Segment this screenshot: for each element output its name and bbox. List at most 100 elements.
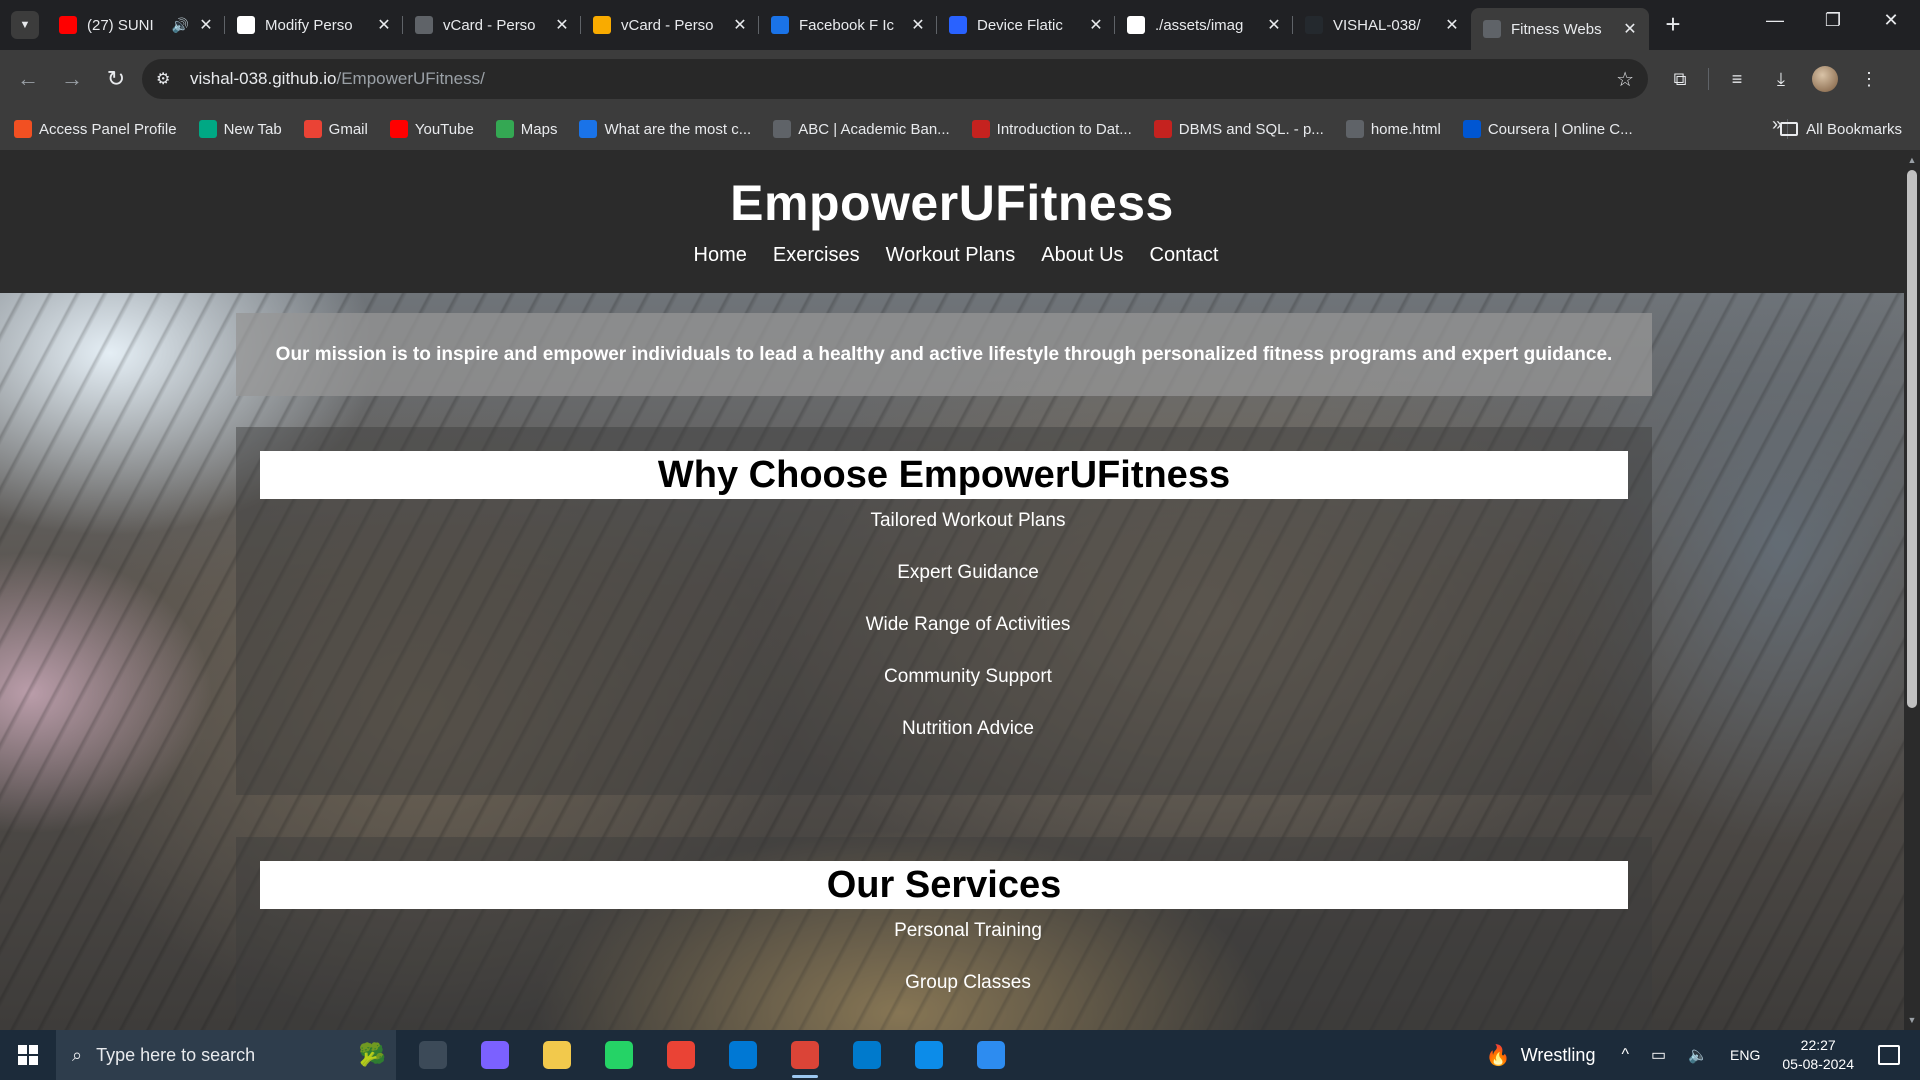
bookmark-item[interactable]: Gmail — [303, 114, 376, 144]
list-item: Community Support — [884, 666, 1052, 687]
list-item: Personal Training — [894, 920, 1042, 941]
m-icon — [198, 120, 217, 138]
bookmark-item[interactable]: New Tab — [198, 114, 290, 144]
extensions-icon[interactable]: ⧉ — [1658, 59, 1702, 99]
close-tab-icon[interactable]: ✕ — [1621, 19, 1639, 39]
bookmark-item[interactable]: Maps — [495, 114, 566, 144]
nav-link-workout-plans[interactable]: Workout Plans — [886, 244, 1016, 267]
why-choose-section: Why Choose EmpowerUFitness Tailored Work… — [236, 427, 1652, 795]
bookmark-label: Access Panel Profile — [39, 120, 177, 138]
browser-tab[interactable]: Device Flatic ✕ — [937, 0, 1115, 50]
browser-tab[interactable]: vCard - Perso ✕ — [581, 0, 759, 50]
close-window-button[interactable]: ✕ — [1862, 0, 1920, 40]
forward-button[interactable]: → — [50, 59, 94, 99]
more-menu-icon[interactable]: ⋮ — [1847, 59, 1891, 99]
close-tab-icon[interactable]: ✕ — [909, 15, 927, 35]
start-button[interactable] — [0, 1030, 56, 1080]
taskbar-app[interactable] — [960, 1030, 1022, 1080]
file-explorer-icon — [543, 1041, 571, 1069]
browser-tab[interactable]: (27) SUNI 🔊 ✕ — [47, 0, 225, 50]
weather-widget[interactable]: 🔥 Wrestling — [1486, 1043, 1596, 1068]
bookmark-item[interactable]: What are the most c... — [579, 114, 759, 144]
bookmark-label: ABC | Academic Ban... — [798, 120, 950, 138]
tab-title: vCard - Perso — [621, 16, 714, 34]
close-tab-icon[interactable]: ✕ — [1443, 15, 1461, 35]
notification-icon[interactable] — [1878, 1045, 1900, 1065]
bookmark-star-icon[interactable]: ☆ — [1616, 67, 1634, 92]
minimize-button[interactable]: — — [1746, 0, 1804, 40]
nav-link-exercises[interactable]: Exercises — [773, 244, 860, 267]
all-bookmarks-button[interactable]: All Bookmarks — [1780, 114, 1902, 144]
browser-tab[interactable]: Modify Perso ✕ — [225, 0, 403, 50]
close-tab-icon[interactable]: ✕ — [375, 15, 393, 35]
system-tray: 🔥 Wrestling ^ ▭ 🔈 ENG 22:27 05-08-2024 — [1486, 1030, 1920, 1080]
media-control-icon[interactable]: ≡ — [1715, 59, 1759, 99]
taskbar-app[interactable] — [650, 1030, 712, 1080]
page-scrollbar[interactable]: ▲ ▼ — [1904, 150, 1920, 1030]
nav-link-contact[interactable]: Contact — [1150, 244, 1219, 267]
scroll-thumb[interactable] — [1907, 170, 1917, 708]
tab-title: ./assets/imag — [1155, 16, 1244, 34]
browser-tab[interactable]: vCard - Perso ✕ — [403, 0, 581, 50]
edge-icon — [915, 1041, 943, 1069]
close-tab-icon[interactable]: ✕ — [731, 15, 749, 35]
taskbar-app[interactable] — [402, 1030, 464, 1080]
services-list: Personal Training Group Classes — [236, 917, 1652, 1021]
bookmark-item[interactable]: Coursera | Online C... — [1462, 114, 1641, 144]
scroll-down-arrow-icon[interactable]: ▼ — [1904, 1012, 1920, 1028]
windows-taskbar: ⌕ Type here to search 🥦 🔥 Wrestling ^ ▭ … — [0, 1030, 1920, 1080]
taskbar-search[interactable]: ⌕ Type here to search 🥦 — [56, 1030, 396, 1080]
new-tab-button[interactable]: + — [1655, 7, 1691, 43]
close-tab-icon[interactable]: ✕ — [1265, 15, 1283, 35]
language-indicator[interactable]: ENG — [1730, 1047, 1760, 1063]
back-button[interactable]: ← — [6, 59, 50, 99]
bookmark-item[interactable]: DBMS and SQL. - p... — [1153, 114, 1332, 144]
taskbar-app[interactable] — [712, 1030, 774, 1080]
vscode-icon — [853, 1041, 881, 1069]
reload-button[interactable]: ↻ — [94, 59, 138, 99]
volume-icon[interactable]: 🔈 — [1688, 1045, 1708, 1065]
download-icon[interactable]: ⤓ — [1759, 59, 1803, 99]
clock[interactable]: 22:27 05-08-2024 — [1782, 1036, 1854, 1074]
flag-icon — [771, 16, 789, 34]
chevron-up-icon[interactable]: ^ — [1621, 1046, 1629, 1064]
bookmark-item[interactable]: YouTube — [389, 114, 482, 144]
weather-label: Wrestling — [1520, 1044, 1596, 1065]
browser-tab[interactable]: Facebook F Ic ✕ — [759, 0, 937, 50]
taskbar-app[interactable] — [464, 1030, 526, 1080]
scroll-up-arrow-icon[interactable]: ▲ — [1904, 152, 1920, 168]
taskbar-app[interactable] — [836, 1030, 898, 1080]
slides-icon — [1153, 120, 1172, 138]
nav-link-home[interactable]: Home — [694, 244, 747, 267]
close-tab-icon[interactable]: ✕ — [1087, 15, 1105, 35]
browser-tab[interactable]: VISHAL-038/ ✕ — [1293, 0, 1471, 50]
tab-strip: ▼ (27) SUNI 🔊 ✕ Modify Perso ✕ vCard - Perso ✕… — [0, 0, 1920, 50]
tab-title: VISHAL-038/ — [1333, 16, 1421, 34]
clock-date: 05-08-2024 — [1782, 1056, 1854, 1072]
nav-link-about-us[interactable]: About Us — [1041, 244, 1123, 267]
restore-button[interactable]: ❐ — [1804, 0, 1862, 40]
speaker-icon[interactable]: 🔊 — [172, 17, 189, 34]
bookmark-item[interactable]: Introduction to Dat... — [971, 114, 1140, 144]
all-bookmarks-label: All Bookmarks — [1806, 120, 1902, 138]
bookmark-label: Maps — [520, 120, 558, 138]
taskbar-app[interactable] — [774, 1030, 836, 1080]
taskbar-app[interactable] — [588, 1030, 650, 1080]
browser-tab[interactable]: ./assets/imag ✕ — [1115, 0, 1293, 50]
taskbar-app[interactable] — [898, 1030, 960, 1080]
site-info-icon[interactable]: ⚙ — [156, 69, 184, 89]
battery-icon[interactable]: ▭ — [1651, 1045, 1666, 1065]
tab-search-button[interactable]: ▼ — [11, 11, 39, 39]
close-tab-icon[interactable]: ✕ — [553, 15, 571, 35]
tab-title: (27) SUNI — [87, 16, 154, 34]
bookmark-label: home.html — [1370, 120, 1441, 138]
profile-avatar[interactable] — [1803, 59, 1847, 99]
list-item: Group Classes — [905, 972, 1031, 993]
bookmark-item[interactable]: ABC | Academic Ban... — [773, 114, 957, 144]
taskbar-app[interactable] — [526, 1030, 588, 1080]
browser-tab[interactable]: Fitness Webs ✕ — [1471, 8, 1649, 50]
close-tab-icon[interactable]: ✕ — [197, 15, 215, 35]
bookmark-item[interactable]: home.html — [1345, 114, 1449, 144]
address-bar[interactable]: ⚙ vishal-038.github.io/EmpowerUFitness/ … — [142, 59, 1648, 99]
bookmark-item[interactable]: Access Panel Profile — [14, 114, 185, 144]
